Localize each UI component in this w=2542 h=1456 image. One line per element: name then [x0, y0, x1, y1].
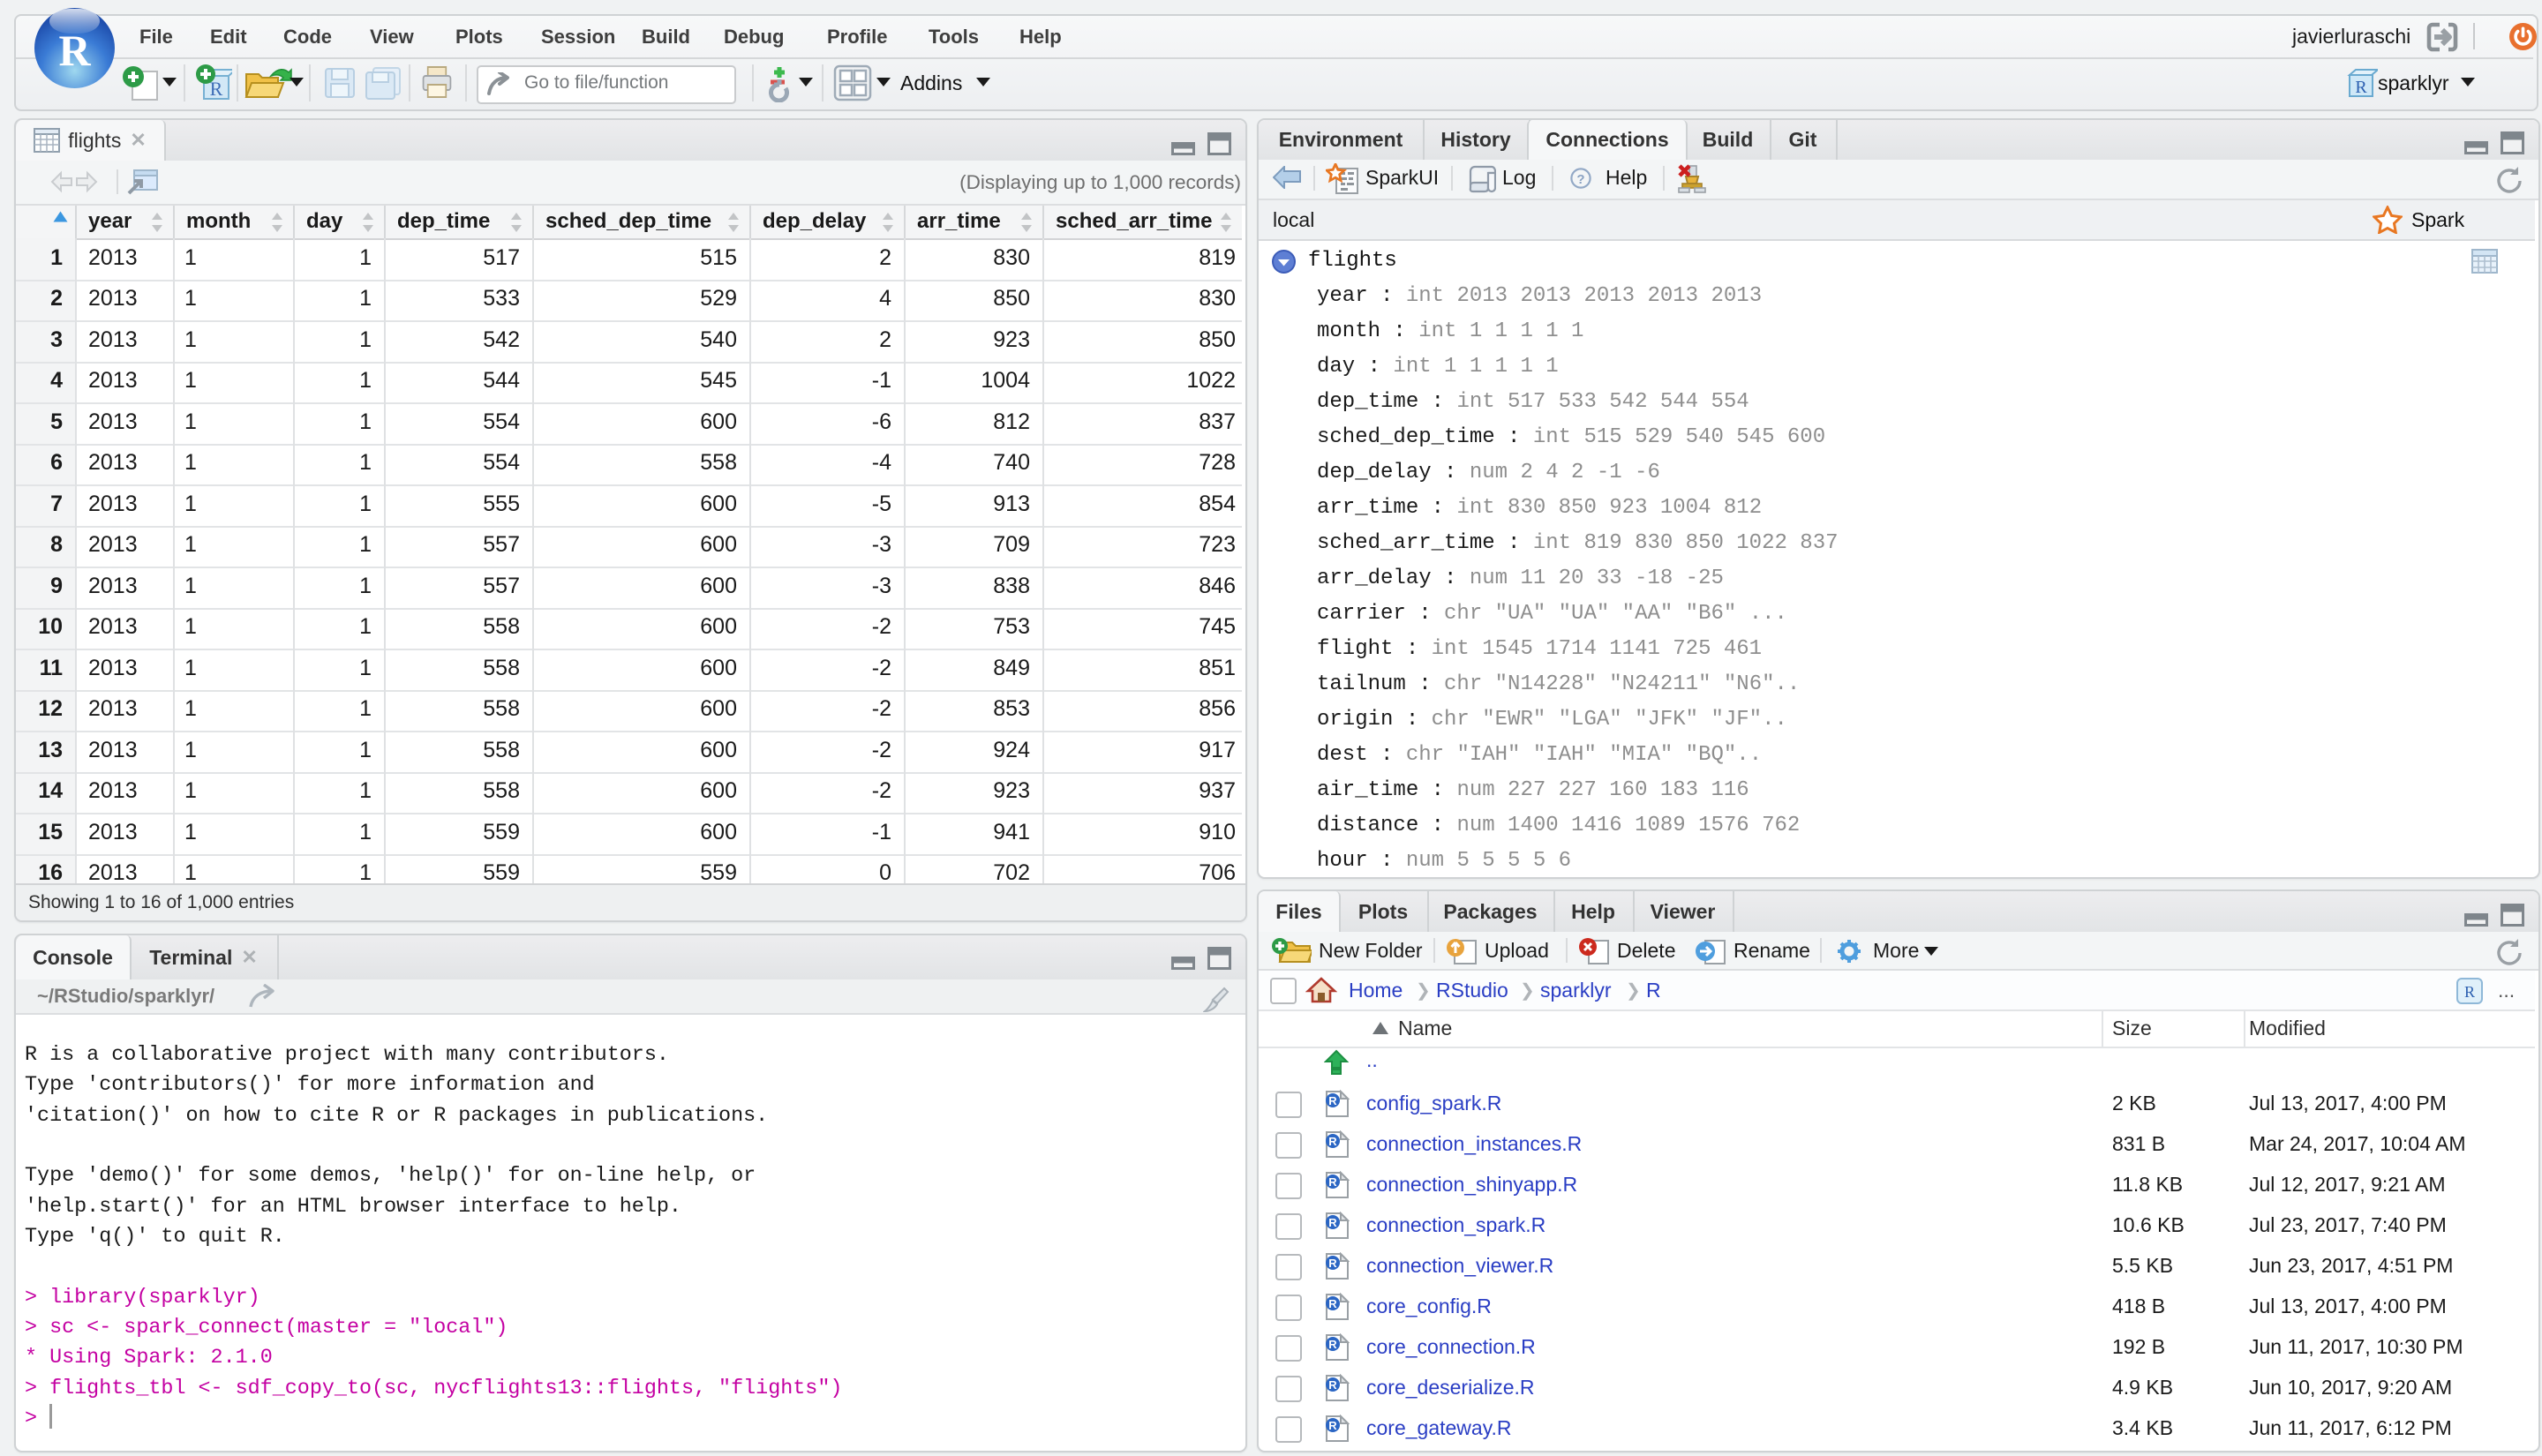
svg-text:R: R — [1328, 1297, 1337, 1310]
svg-text:R: R — [1328, 1378, 1337, 1392]
svg-text:R: R — [2355, 78, 2367, 97]
svg-text:R: R — [1328, 1338, 1337, 1351]
svg-text:R: R — [1328, 1257, 1337, 1270]
svg-text:R: R — [1328, 1419, 1337, 1432]
svg-text:R: R — [1328, 1135, 1337, 1148]
svg-text:?: ? — [1576, 172, 1584, 187]
svg-text:R: R — [1328, 1094, 1337, 1107]
svg-text:R: R — [2464, 983, 2475, 1001]
svg-text:R: R — [1328, 1216, 1337, 1229]
svg-text:R: R — [1328, 1175, 1337, 1189]
